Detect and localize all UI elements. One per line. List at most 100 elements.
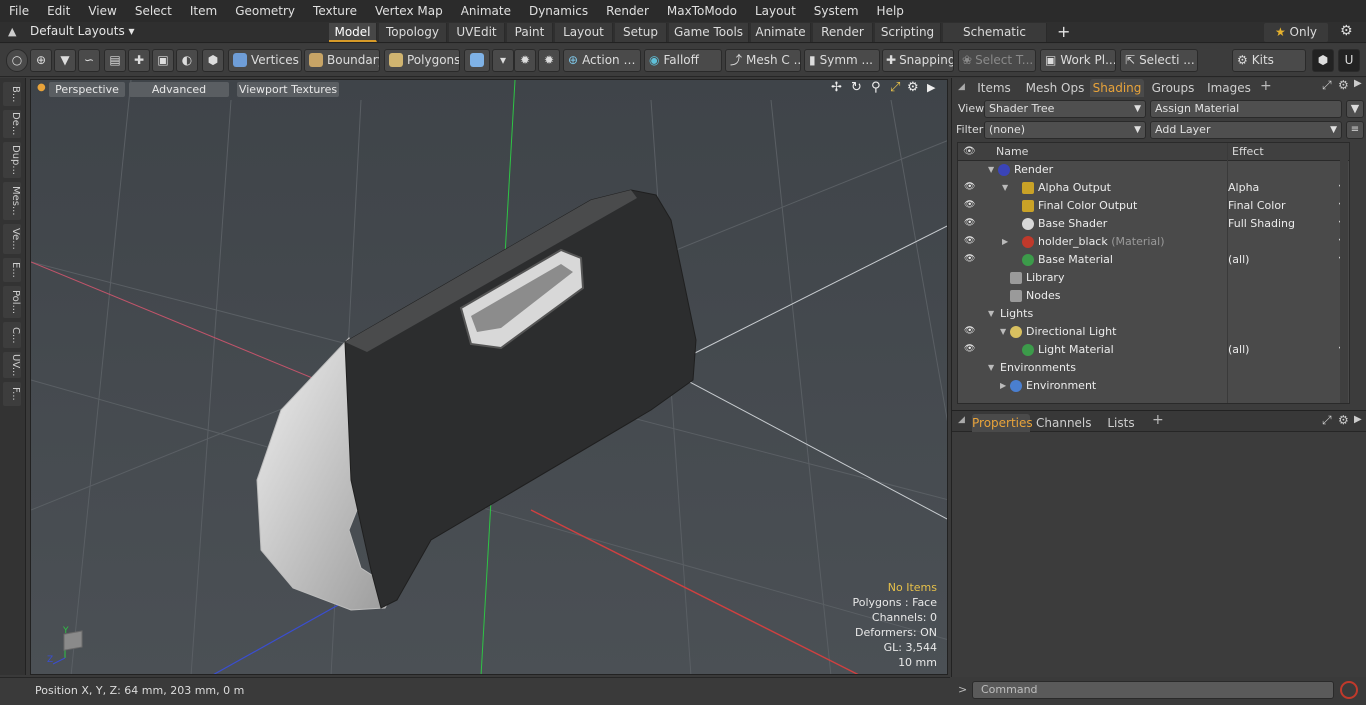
- shader-tree-row[interactable]: 👁 ▼ Directional Light: [958, 323, 1349, 341]
- menu-edit[interactable]: Edit: [38, 0, 79, 22]
- pan-icon[interactable]: ✢: [831, 80, 842, 95]
- tab-images[interactable]: Images: [1204, 79, 1254, 97]
- expand-arrow-icon[interactable]: ▼: [1002, 179, 1008, 197]
- command-input[interactable]: Command: [972, 681, 1334, 699]
- tab-paint[interactable]: Paint: [507, 23, 553, 42]
- unity-icon[interactable]: ⬢: [1312, 49, 1334, 72]
- collapse-up-icon[interactable]: ▲: [8, 25, 16, 38]
- strip-tab-mesh-edit[interactable]: Mes...: [3, 182, 21, 220]
- tab-properties[interactable]: Properties: [972, 414, 1033, 432]
- menu-geometry[interactable]: Geometry: [226, 0, 304, 22]
- menu-texture[interactable]: Texture: [304, 0, 366, 22]
- 3d-viewport[interactable]: Y Z ● Perspective Advanced Viewport Text…: [30, 79, 948, 675]
- menu-vertex-map[interactable]: Vertex Map: [366, 0, 452, 22]
- globe-icon[interactable]: ⊕: [30, 49, 52, 72]
- visibility-eye-icon[interactable]: 👁: [964, 327, 975, 336]
- tab-uvedit[interactable]: UVEdit: [449, 23, 505, 42]
- shader-tree-row[interactable]: ▼ Environments: [958, 359, 1349, 377]
- menu-dynamics[interactable]: Dynamics: [520, 0, 597, 22]
- row-effect[interactable]: Alpha▼: [1228, 179, 1348, 197]
- viewport-scene[interactable]: Y Z: [31, 80, 948, 675]
- strip-tab-fusion[interactable]: F...: [3, 382, 21, 406]
- tab-lists[interactable]: Lists: [1102, 414, 1140, 432]
- menu-animate[interactable]: Animate: [452, 0, 520, 22]
- row-effect[interactable]: Full Shading▼: [1228, 215, 1348, 233]
- strip-tab-basic[interactable]: B...: [3, 82, 21, 106]
- column-name[interactable]: Name: [996, 143, 1028, 161]
- polygons-button[interactable]: Polygons: [384, 49, 460, 72]
- tab-animate[interactable]: Animate: [751, 23, 811, 42]
- tab-schematic-fusion[interactable]: Schematic Fusion: [943, 23, 1047, 58]
- viewport-settings-gear-icon[interactable]: ⚙: [907, 80, 919, 95]
- list-options-icon[interactable]: ≡: [1346, 121, 1364, 139]
- visibility-eye-icon[interactable]: 👁: [964, 219, 975, 228]
- item-mode-icon[interactable]: ⬢: [202, 49, 224, 72]
- maximize-icon[interactable]: ⤢: [890, 80, 900, 95]
- shader-tree-row[interactable]: 👁 Base Material (all)▼: [958, 251, 1349, 269]
- mode-dropdown-icon[interactable]: ▾: [492, 49, 514, 72]
- collapse-arrow-icon[interactable]: ▶: [1002, 233, 1008, 251]
- strip-tab-curve[interactable]: C...: [3, 322, 21, 348]
- transform-icon[interactable]: ✚: [128, 49, 150, 72]
- visibility-eye-icon[interactable]: 👁: [964, 201, 975, 210]
- row-effect[interactable]: Final Color▼: [1228, 197, 1348, 215]
- menu-item[interactable]: Item: [181, 0, 226, 22]
- brush-icon[interactable]: ∽: [78, 49, 100, 72]
- shader-tree-row[interactable]: Library: [958, 269, 1349, 287]
- menu-layout[interactable]: Layout: [746, 0, 805, 22]
- viewport-menu-arrow-icon[interactable]: ▶: [927, 81, 935, 94]
- viewport-dot-icon[interactable]: ●: [37, 82, 46, 93]
- expand-arrow-icon[interactable]: ▼: [988, 359, 994, 377]
- material-mode-icon[interactable]: [464, 49, 490, 72]
- strip-tab-duplicate[interactable]: Dup...: [3, 142, 21, 178]
- strip-tab-polygon[interactable]: Pol...: [3, 286, 21, 318]
- panel-expand-icon[interactable]: ⤢: [1322, 413, 1332, 428]
- tree-scrollbar[interactable]: [1340, 143, 1348, 403]
- record-macro-icon[interactable]: [1340, 681, 1358, 699]
- work-plane-button[interactable]: ▣ Work Pl...: [1040, 49, 1116, 72]
- snapping-button[interactable]: ✚ Snapping: [882, 49, 954, 72]
- viewport-textures-button[interactable]: Viewport Textures: [237, 82, 339, 97]
- select-circle-icon[interactable]: ○: [6, 49, 28, 72]
- visibility-eye-icon[interactable]: 👁: [964, 183, 975, 192]
- shader-tree-row[interactable]: 👁 ▼ Alpha Output Alpha▼: [958, 179, 1349, 197]
- zoom-icon[interactable]: ⚲: [871, 80, 881, 95]
- expand-arrow-icon[interactable]: ▼: [1000, 323, 1006, 341]
- tab-render[interactable]: Render: [813, 23, 873, 42]
- panel-gear-icon[interactable]: ⚙: [1338, 413, 1349, 427]
- selection-sets-button[interactable]: ⇱ Selecti ...: [1120, 49, 1198, 72]
- perspective-button[interactable]: Perspective: [49, 82, 125, 97]
- select-through-button[interactable]: ❀ Select T...: [958, 49, 1036, 72]
- advanced-button[interactable]: Advanced: [129, 82, 229, 97]
- shader-tree-row[interactable]: ▼ Lights: [958, 305, 1349, 323]
- vertices-button[interactable]: Vertices: [228, 49, 302, 72]
- add-tab-icon[interactable]: +: [1057, 22, 1070, 41]
- row-effect[interactable]: (all)▼: [1228, 251, 1348, 269]
- tab-groups[interactable]: Groups: [1148, 79, 1198, 97]
- menu-render[interactable]: Render: [597, 0, 658, 22]
- menu-system[interactable]: System: [805, 0, 868, 22]
- tab-channels[interactable]: Channels: [1036, 414, 1092, 432]
- shader-tree-row[interactable]: 👁 Base Shader Full Shading▼: [958, 215, 1349, 233]
- panel-corner-icon[interactable]: ◢: [958, 415, 965, 425]
- collapse-arrow-icon[interactable]: ▶: [1000, 377, 1006, 395]
- symmetry-button[interactable]: ▮ Symm ...: [804, 49, 880, 72]
- snap-settings-icon[interactable]: ✹: [538, 49, 560, 72]
- strip-tab-uv[interactable]: UV...: [3, 352, 21, 378]
- expand-arrow-icon[interactable]: ▼: [988, 305, 994, 323]
- visibility-eye-icon[interactable]: 👁: [964, 237, 975, 246]
- menu-file[interactable]: File: [0, 0, 38, 22]
- visibility-eye-icon[interactable]: 👁: [964, 345, 975, 354]
- align-icon[interactable]: ▤: [104, 49, 126, 72]
- filter-funnel-icon[interactable]: ▼: [1346, 100, 1364, 118]
- row-effect[interactable]: (all)▼: [1228, 341, 1348, 359]
- shader-tree-row[interactable]: 👁 Light Material (all)▼: [958, 341, 1349, 359]
- frame-icon[interactable]: ▣: [152, 49, 174, 72]
- visibility-header-icon[interactable]: 👁: [963, 143, 976, 161]
- panel-arrow-icon[interactable]: ▶: [1354, 414, 1362, 425]
- shader-tree-row[interactable]: 👁▶holder_black (Material)▼: [958, 233, 1349, 251]
- menu-view[interactable]: View: [79, 0, 125, 22]
- action-center-button[interactable]: ⊕ Action …: [563, 49, 641, 72]
- tab-game-tools[interactable]: Game Tools: [669, 23, 749, 42]
- shader-tree-row[interactable]: Nodes: [958, 287, 1349, 305]
